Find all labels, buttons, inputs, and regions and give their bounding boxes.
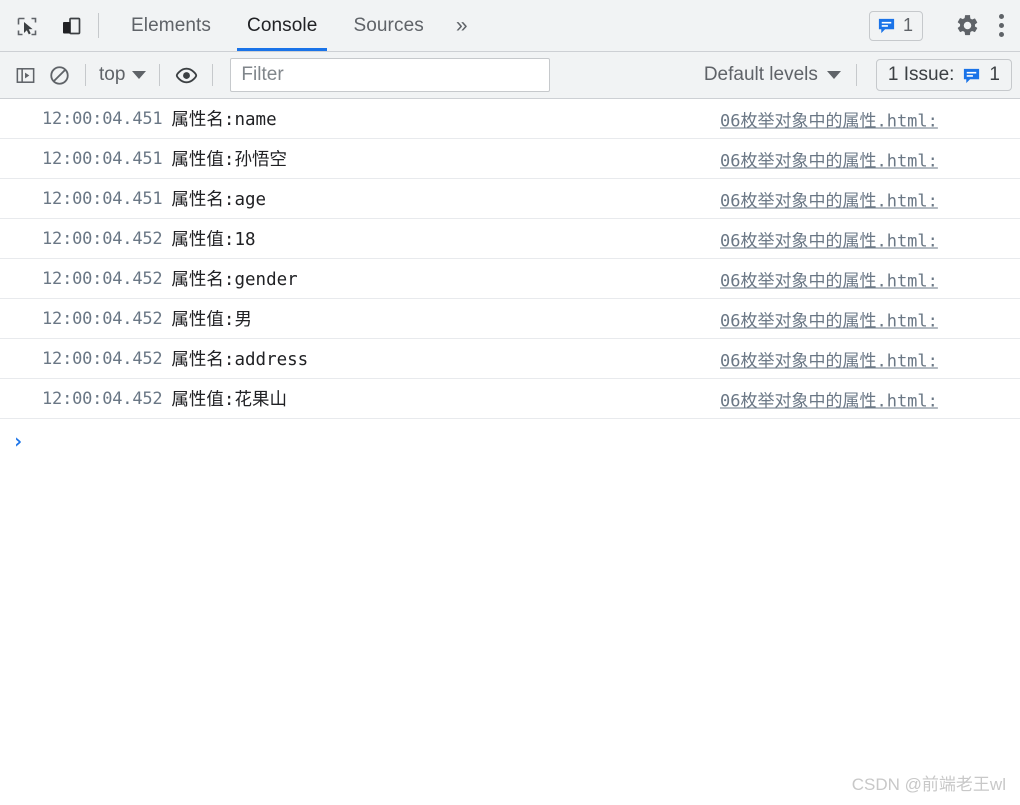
message-source-link[interactable]: 06枚举对象中的属性.html: <box>720 266 1020 291</box>
console-filter-input[interactable] <box>230 58 551 92</box>
devtools-window: Elements Console Sources » 1 top Filter … <box>0 0 1020 805</box>
device-toolbar-icon <box>63 17 81 34</box>
message-timestamp: 12:00:04.452 <box>42 268 163 289</box>
message-timestamp: 12:00:04.451 <box>42 108 163 129</box>
message-text: 属性值:男 <box>171 310 252 330</box>
toolbar-divider-2 <box>159 64 161 86</box>
devtools-tabbar: Elements Console Sources » 1 <box>0 0 1020 52</box>
eye-icon <box>175 67 198 83</box>
issues-badge-button[interactable]: 1 Issue: 1 <box>875 59 1012 91</box>
issues-count-label: 1 <box>902 15 913 35</box>
more-options-button[interactable] <box>988 7 1014 45</box>
message-text: 属性值:孙悟空 <box>171 150 287 170</box>
chevron-down-icon <box>132 71 147 79</box>
inspect-element-button[interactable] <box>10 9 44 43</box>
issue-bubble-icon <box>964 68 980 83</box>
tab-console[interactable]: Console <box>229 0 335 51</box>
console-message-row[interactable]: 12:00:04.451 属性值:孙悟空 06枚举对象中的属性.html: <box>0 139 1020 179</box>
kebab-dot-2 <box>998 23 1004 28</box>
clear-console-icon <box>49 65 69 85</box>
issue-bubble-icon <box>878 18 895 34</box>
kebab-dot-3 <box>998 32 1004 37</box>
chevron-down-icon <box>826 71 841 79</box>
console-prompt-row[interactable]: › <box>0 419 1020 464</box>
message-source-link[interactable]: 06枚举对象中的属性.html: <box>720 146 1020 171</box>
tab-sources[interactable]: Sources <box>335 0 441 51</box>
message-timestamp: 12:00:04.451 <box>42 148 163 169</box>
message-timestamp: 12:00:04.451 <box>42 188 163 209</box>
message-text: 属性名:gender <box>171 270 298 290</box>
message-source-link[interactable]: 06枚举对象中的属性.html: <box>720 306 1020 331</box>
console-message-row[interactable]: 12:00:04.452 属性名:gender 06枚举对象中的属性.html: <box>0 259 1020 299</box>
console-message-row[interactable]: 12:00:04.452 属性值:18 06枚举对象中的属性.html: <box>0 219 1020 259</box>
message-source-link[interactable]: 06枚举对象中的属性.html: <box>720 186 1020 211</box>
console-sidebar-icon <box>16 67 34 83</box>
message-source-link[interactable]: 06枚举对象中的属性.html: <box>720 346 1020 371</box>
console-message-row[interactable]: 12:00:04.451 属性名:name 06枚举对象中的属性.html: <box>0 99 1020 139</box>
execution-context-selector[interactable]: top <box>95 64 150 86</box>
console-message-row[interactable]: 12:00:04.452 属性名:address 06枚举对象中的属性.html… <box>0 339 1020 379</box>
console-toolbar: top Default levels 1 Issue: 1 <box>0 52 1020 99</box>
message-timestamp: 12:00:04.452 <box>42 228 163 249</box>
more-tabs-button[interactable]: » <box>442 0 482 51</box>
devtools-tabs: Elements Console Sources » <box>113 0 482 51</box>
log-levels-selector[interactable]: Default levels <box>698 64 847 86</box>
console-prompt-caret-icon: › <box>12 429 25 453</box>
message-source-link[interactable]: 06枚举对象中的属性.html: <box>720 106 1020 131</box>
message-text: 属性名:address <box>171 350 309 370</box>
message-source-link[interactable]: 06枚举对象中的属性.html: <box>720 226 1020 251</box>
live-expression-button[interactable] <box>169 58 203 92</box>
tabbar-spacer <box>482 0 869 51</box>
message-text: 属性值:18 <box>171 230 256 250</box>
message-timestamp: 12:00:04.452 <box>42 388 163 409</box>
message-text: 属性名:name <box>171 110 277 130</box>
watermark: CSDN @前端老王wl <box>851 775 1006 794</box>
log-levels-label: Default levels <box>703 64 818 85</box>
inspect-element-icon <box>17 17 37 35</box>
message-source-link[interactable]: 06枚举对象中的属性.html: <box>720 386 1020 411</box>
console-message-row[interactable]: 12:00:04.451 属性名:age 06枚举对象中的属性.html: <box>0 179 1020 219</box>
clear-console-button[interactable] <box>42 58 76 92</box>
message-timestamp: 12:00:04.452 <box>42 348 163 369</box>
issues-badge-label: 1 Issue: <box>887 64 955 85</box>
settings-button[interactable] <box>948 7 986 45</box>
message-text: 属性名:age <box>171 190 267 210</box>
console-message-list[interactable]: 12:00:04.451 属性名:name 06枚举对象中的属性.html: 1… <box>0 99 1020 805</box>
gear-icon <box>957 15 977 36</box>
issues-badge-count: 1 <box>989 64 1000 85</box>
toolbar-divider-4 <box>855 64 857 86</box>
tabbar-divider <box>98 13 99 38</box>
execution-context-label: top <box>99 64 126 85</box>
device-toolbar-button[interactable] <box>54 9 88 43</box>
tabbar-left-icons <box>0 0 88 51</box>
tabbar-right-icons: 1 <box>868 0 1020 51</box>
kebab-dot-1 <box>998 14 1004 19</box>
message-text: 属性值:花果山 <box>171 390 287 410</box>
tab-elements[interactable]: Elements <box>113 0 229 51</box>
issues-counter-button[interactable]: 1 <box>868 10 923 41</box>
console-sidebar-toggle-button[interactable] <box>8 58 42 92</box>
message-timestamp: 12:00:04.452 <box>42 308 163 329</box>
console-message-row[interactable]: 12:00:04.452 属性值:男 06枚举对象中的属性.html: <box>0 299 1020 339</box>
toolbar-divider-3 <box>212 64 214 86</box>
console-message-row[interactable]: 12:00:04.452 属性值:花果山 06枚举对象中的属性.html: <box>0 379 1020 419</box>
toolbar-divider-1 <box>85 64 86 86</box>
